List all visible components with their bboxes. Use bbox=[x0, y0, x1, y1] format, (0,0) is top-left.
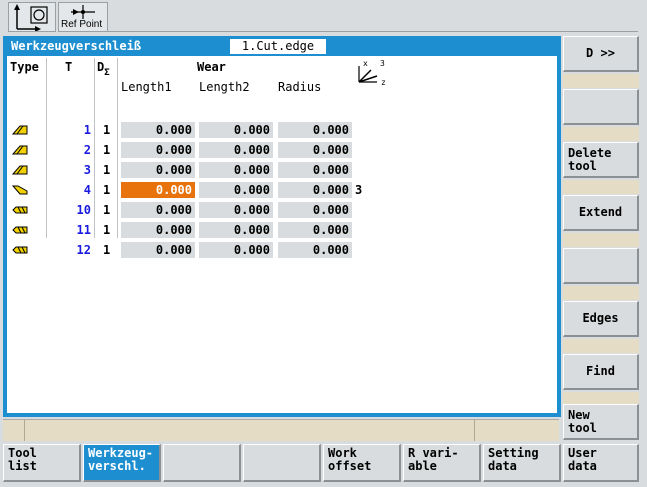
axis-3-label: 3 bbox=[380, 59, 385, 68]
softkey-gap bbox=[563, 127, 639, 141]
tool-number: 10 bbox=[76, 203, 91, 217]
edge-number: 1 bbox=[103, 143, 111, 157]
column-header-length1: Length1 bbox=[121, 80, 172, 94]
softkey-edges[interactable]: Edges bbox=[563, 301, 639, 337]
ref-point-label: Ref Point bbox=[61, 19, 103, 30]
softkey-empty-h2[interactable] bbox=[243, 444, 321, 482]
softkey-empty-1[interactable] bbox=[563, 89, 639, 125]
table-row[interactable]: 2 1 0.000 0.000 0.000 bbox=[7, 140, 557, 160]
machine-coordinate-icon[interactable] bbox=[8, 2, 56, 32]
edge-count: 3 bbox=[355, 183, 363, 197]
edge-number: 1 bbox=[103, 203, 111, 217]
tool-number: 1 bbox=[83, 123, 91, 137]
softkey-find[interactable]: Find bbox=[563, 354, 639, 390]
edge-number: 1 bbox=[103, 183, 111, 197]
turning-tool-icon bbox=[12, 145, 28, 155]
radius-field[interactable]: 0.000 bbox=[278, 122, 352, 138]
top-toolbar: Ref Point bbox=[0, 0, 647, 34]
ref-point-icon[interactable]: Ref Point bbox=[58, 2, 108, 32]
column-header-d-sub: Σ bbox=[104, 68, 110, 78]
softkey-gap bbox=[563, 392, 639, 404]
table-row[interactable]: 4 1 0.000 0.000 0.000 3 bbox=[7, 180, 557, 200]
tool-number: 12 bbox=[76, 243, 91, 257]
softkey-delete-tool[interactable]: Delete tool bbox=[563, 142, 639, 178]
radius-field[interactable]: 0.000 bbox=[278, 162, 352, 178]
softkey-gap bbox=[563, 180, 639, 194]
softkey-setting-data[interactable]: Setting data bbox=[483, 444, 561, 482]
drill-tool-icon bbox=[12, 206, 28, 214]
axis-z-label: z bbox=[381, 78, 386, 87]
radius-field[interactable]: 0.000 bbox=[278, 142, 352, 158]
axis-orientation-icon: x z 3 bbox=[355, 59, 386, 88]
radius-field[interactable]: 0.000 bbox=[278, 202, 352, 218]
softkey-tool-wear[interactable]: Werkzeug- verschl. bbox=[83, 444, 161, 482]
length1-field[interactable]: 0.000 bbox=[121, 122, 195, 138]
softkey-gap bbox=[563, 339, 639, 353]
table-row[interactable]: 11 1 0.000 0.000 0.000 bbox=[7, 220, 557, 240]
table-row[interactable]: 3 1 0.000 0.000 0.000 bbox=[7, 160, 557, 180]
tool-number: 11 bbox=[76, 223, 91, 237]
length2-field[interactable]: 0.000 bbox=[199, 202, 273, 218]
softkey-extend[interactable]: Extend bbox=[563, 195, 639, 231]
grooving-tool-icon bbox=[12, 185, 28, 195]
softkey-user-data[interactable]: User data bbox=[563, 444, 639, 482]
length1-field[interactable]: 0.000 bbox=[121, 242, 195, 258]
length2-field[interactable]: 0.000 bbox=[199, 162, 273, 178]
softkey-gap bbox=[563, 74, 639, 88]
tool-number: 2 bbox=[83, 143, 91, 157]
column-header-length2: Length2 bbox=[199, 80, 250, 94]
edge-number: 1 bbox=[103, 243, 111, 257]
tool-number: 4 bbox=[83, 183, 91, 197]
radius-field[interactable]: 0.000 bbox=[278, 182, 352, 198]
tool-number: 3 bbox=[83, 163, 91, 177]
window-title: Werkzeugverschleiß bbox=[11, 39, 142, 53]
turning-tool-icon bbox=[12, 125, 28, 135]
softkey-gap bbox=[563, 286, 639, 300]
tool-wear-window: Werkzeugverschleiß 1.Cut.edge Type T DΣ … bbox=[3, 36, 561, 417]
length1-field[interactable]: 0.000 bbox=[121, 162, 195, 178]
column-header-radius: Radius bbox=[278, 80, 322, 94]
softkey-gap bbox=[563, 233, 639, 247]
turning-tool-icon bbox=[12, 165, 28, 175]
edge-number: 1 bbox=[103, 163, 111, 177]
table-row[interactable]: 1 1 0.000 0.000 0.000 bbox=[7, 120, 557, 140]
axis-x-label: x bbox=[363, 59, 368, 68]
radius-field[interactable]: 0.000 bbox=[278, 222, 352, 238]
column-header-t: T bbox=[65, 60, 73, 74]
column-header-d: DΣ bbox=[97, 60, 110, 78]
status-segment bbox=[3, 420, 25, 441]
length2-field[interactable]: 0.000 bbox=[199, 142, 273, 158]
length1-field[interactable]: 0.000 bbox=[121, 222, 195, 238]
table-row[interactable]: 10 1 0.000 0.000 0.000 bbox=[7, 200, 557, 220]
length1-field[interactable]: 0.000 bbox=[121, 142, 195, 158]
column-header-wear: Wear bbox=[197, 60, 226, 74]
table-row[interactable]: 12 1 0.000 0.000 0.000 bbox=[7, 240, 557, 260]
status-segment bbox=[25, 420, 475, 441]
softkey-empty-h1[interactable] bbox=[163, 444, 241, 482]
toolbar-divider bbox=[108, 31, 638, 32]
tool-wear-table: Type T DΣ Wear Length1 Length2 Radius x … bbox=[7, 56, 557, 413]
length1-field-active[interactable]: 0.000 bbox=[121, 182, 195, 198]
column-header-type: Type bbox=[10, 60, 39, 74]
edge-number: 1 bbox=[103, 123, 111, 137]
softkey-d-next[interactable]: D >> bbox=[563, 36, 639, 72]
radius-field[interactable]: 0.000 bbox=[278, 242, 352, 258]
length1-field[interactable]: 0.000 bbox=[121, 202, 195, 218]
length2-field[interactable]: 0.000 bbox=[199, 122, 273, 138]
drill-tool-icon bbox=[12, 226, 28, 234]
softkey-tool-list[interactable]: Tool list bbox=[3, 444, 81, 482]
status-bar bbox=[3, 419, 559, 441]
length2-field[interactable]: 0.000 bbox=[199, 242, 273, 258]
drill-tool-icon bbox=[12, 246, 28, 254]
edge-number: 1 bbox=[103, 223, 111, 237]
window-titlebar: Werkzeugverschleiß 1.Cut.edge bbox=[5, 38, 559, 55]
softkey-new-tool[interactable]: New tool bbox=[563, 404, 639, 440]
cut-edge-field[interactable]: 1.Cut.edge bbox=[230, 39, 326, 54]
softkey-work-offset[interactable]: Work offset bbox=[323, 444, 401, 482]
length2-field[interactable]: 0.000 bbox=[199, 222, 273, 238]
length2-field[interactable]: 0.000 bbox=[199, 182, 273, 198]
softkey-empty-2[interactable] bbox=[563, 248, 639, 284]
softkey-r-variable[interactable]: R vari- able bbox=[403, 444, 481, 482]
